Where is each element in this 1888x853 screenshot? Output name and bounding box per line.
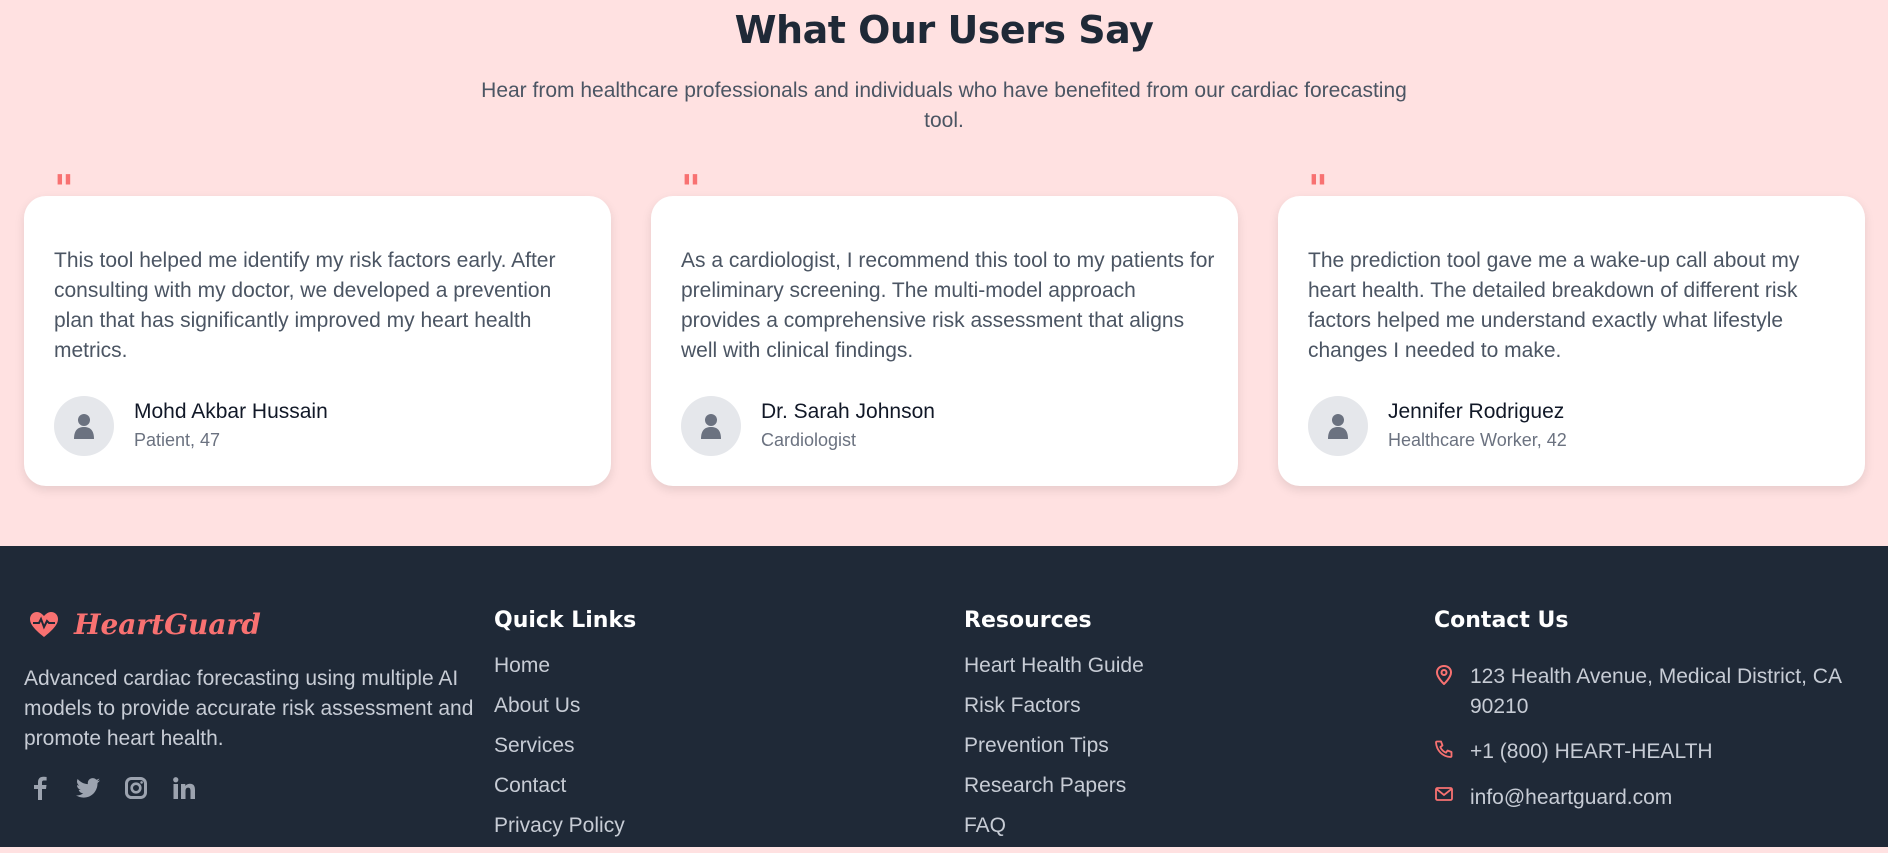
resources-title: Resources <box>964 608 1092 633</box>
testimonial-text: This tool helped me identify my risk fac… <box>54 249 556 362</box>
contact-email[interactable]: info@heartguard.com <box>1434 783 1880 813</box>
email-text: info@heartguard.com <box>1470 786 1673 809</box>
testimonials-section: What Our Users Say Hear from healthcare … <box>0 0 1888 546</box>
footer-link-prevention-tips[interactable]: Prevention Tips <box>964 733 1144 759</box>
user-icon <box>74 414 94 439</box>
map-pin-icon <box>1435 665 1453 685</box>
instagram-icon[interactable] <box>124 776 148 800</box>
section-subtitle: Hear from healthcare professionals and i… <box>481 79 1407 132</box>
contact-column: Contact Us 123 Health Avenue, Medical Di… <box>1434 608 1874 847</box>
quick-links-column: Quick Links Home About Us Services Conta… <box>494 608 636 853</box>
brand-name: HeartGuard <box>74 608 261 641</box>
author-name: Mohd Akbar Hussain <box>134 400 328 423</box>
avatar <box>54 396 114 456</box>
phone-icon <box>1435 740 1453 758</box>
avatar <box>681 396 741 456</box>
social-links <box>28 776 196 800</box>
footer-description: Advanced cardiac forecasting using multi… <box>24 667 474 750</box>
author-role: Healthcare Worker, 42 <box>1388 430 1567 450</box>
brand-logo[interactable]: HeartGuard <box>30 608 261 641</box>
mail-icon <box>1435 787 1453 801</box>
author-role: Cardiologist <box>761 430 857 450</box>
twitter-icon[interactable] <box>76 776 100 800</box>
contact-phone[interactable]: +1 (800) HEART-HEALTH <box>1434 737 1880 767</box>
user-icon <box>1328 414 1348 439</box>
footer-link-services[interactable]: Services <box>494 733 636 759</box>
quick-links-title: Quick Links <box>494 608 637 633</box>
footer-link-privacy[interactable]: Privacy Policy <box>494 813 636 839</box>
testimonial-card: The prediction tool gave me a wake-up ca… <box>1278 196 1865 486</box>
footer-link-heart-health-guide[interactable]: Heart Health Guide <box>964 653 1144 679</box>
linkedin-icon[interactable] <box>172 776 196 800</box>
testimonial-card: As a cardiologist, I recommend this tool… <box>651 196 1238 486</box>
testimonial-card: This tool helped me identify my risk fac… <box>24 196 611 486</box>
testimonial-text: As a cardiologist, I recommend this tool… <box>681 249 1215 362</box>
user-icon <box>701 414 721 439</box>
resources-column: Resources Heart Health Guide Risk Factor… <box>964 608 1144 853</box>
footer-link-home[interactable]: Home <box>494 653 636 679</box>
footer-link-about[interactable]: About Us <box>494 693 636 719</box>
heart-pulse-icon <box>30 611 58 637</box>
footer-link-research-papers[interactable]: Research Papers <box>964 773 1144 799</box>
author-name: Jennifer Rodriguez <box>1388 400 1565 423</box>
avatar <box>1308 396 1368 456</box>
footer-link-contact[interactable]: Contact <box>494 773 636 799</box>
contact-title: Contact Us <box>1434 608 1569 633</box>
phone-text: +1 (800) HEART-HEALTH <box>1470 740 1713 763</box>
section-title: What Our Users Say <box>734 8 1154 52</box>
contact-address: 123 Health Avenue, Medical District, CA … <box>1434 662 1880 722</box>
testimonial-text: The prediction tool gave me a wake-up ca… <box>1308 249 1800 362</box>
footer: HeartGuard Advanced cardiac forecasting … <box>0 546 1888 847</box>
address-text: 123 Health Avenue, Medical District, CA … <box>1470 665 1841 718</box>
author-role: Patient, 47 <box>134 430 221 450</box>
footer-link-faq[interactable]: FAQ <box>964 813 1144 839</box>
footer-link-risk-factors[interactable]: Risk Factors <box>964 693 1144 719</box>
author-name: Dr. Sarah Johnson <box>761 400 935 423</box>
facebook-icon[interactable] <box>28 776 52 800</box>
